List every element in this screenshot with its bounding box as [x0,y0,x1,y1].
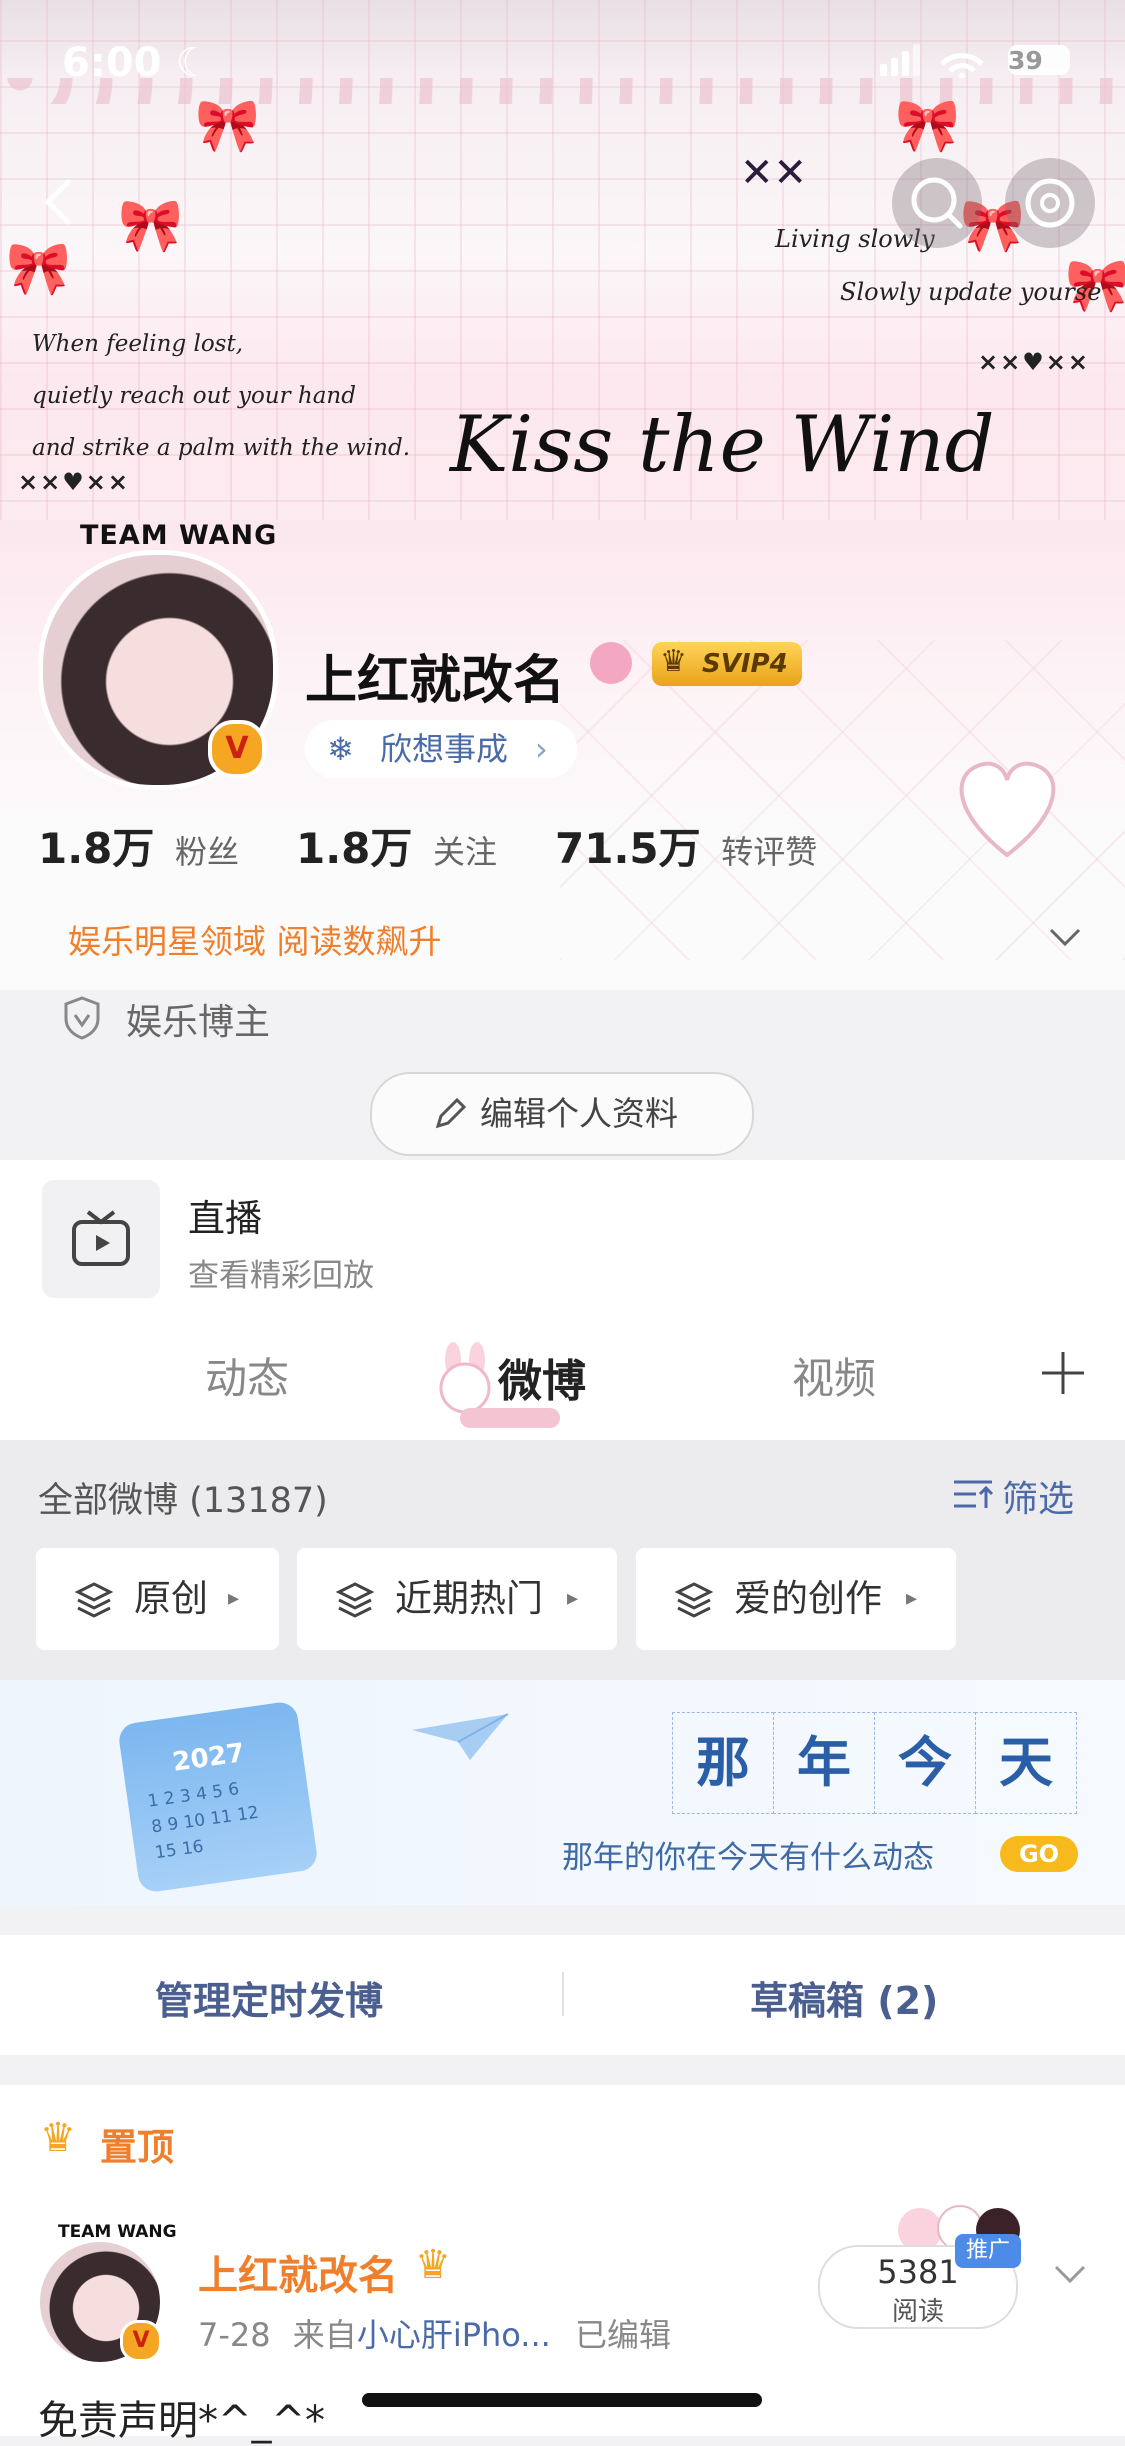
status-icons [880,42,1080,78]
memory-title-char: 年 [773,1712,875,1814]
stat-interactions[interactable]: 71.5万 转评赞 [555,815,817,876]
post-source-link[interactable]: 小心肝iPho... [357,2316,551,2354]
memory-title-char: 今 [874,1712,976,1814]
calendar-illustration: 2027 1 2 3 4 5 6 8 9 10 11 12 15 16 [117,1700,319,1894]
poem-line: quietly reach out your hand [32,383,356,409]
status-time: 6:00 ☾ [62,40,212,86]
domain-highlight[interactable]: 娱乐明星领域 阅读数飙升 [68,915,442,963]
snowflake-icon: ❄ [327,730,354,768]
marks-text: ××♥×× [18,468,130,496]
promote-badge[interactable]: 推广 [955,2234,1021,2268]
motto-text: 欣想事成 [380,730,509,768]
stat-fans[interactable]: 1.8万 粉丝 [38,815,239,876]
divider [562,1972,564,2016]
post-author-name[interactable]: 上红就改名 [198,2243,398,2301]
search-icon [911,177,963,229]
caret-right-icon: ▸ [228,1586,240,1611]
tab-active-indicator [460,1408,560,1428]
memory-title-char: 天 [975,1712,1077,1814]
back-button[interactable] [30,170,90,230]
manage-scheduled-button[interactable]: 管理定时发博 [155,1970,383,2025]
search-button[interactable] [892,158,982,248]
marks-decoration: ✕✕ [740,150,808,196]
bow-decoration: 🎀 [6,239,71,299]
tv-icon [72,1210,130,1266]
post-count: 全部微博 (13187) [38,1481,328,1521]
chip-recent-hot[interactable]: 近期热门 ▸ [297,1548,617,1650]
layers-icon [335,1582,375,1618]
poem-line: and strike a palm with the wind. [32,435,411,461]
avatar-caption: TEAM WANG [80,520,278,551]
banner-left-poem: When feeling lost, quietly reach out you… [32,318,410,474]
tab-weibo[interactable]: 微博 [498,1345,586,1409]
paper-plane-icon [410,1710,510,1770]
avatar-caption: TEAM WANG [58,2222,177,2242]
banner-title: Kiss the Wind [450,400,995,490]
chip-label: 爱的创作 [734,1577,882,1620]
crown-icon: ♛ [660,644,687,679]
heart-decoration [945,745,1070,875]
read-label: 阅读 [891,2297,944,2327]
chevron-down-icon[interactable] [1045,918,1085,958]
caret-right-icon: ▸ [906,1586,918,1611]
bow-decoration: 🎀 [195,96,260,156]
chevron-right-icon: › [535,730,548,768]
live-entry[interactable] [42,1180,160,1298]
verified-badge-icon: V [208,720,266,778]
memory-subtitle: 那年的你在今天有什么动态 [562,1840,934,1876]
edit-profile-button[interactable]: 编辑个人资料 [370,1072,754,1156]
post-edited: 已编辑 [575,2316,672,2354]
live-title[interactable]: 直播 [188,1188,262,1242]
post-meta: 7-28 来自小心肝iPho... 已编辑 [198,2310,671,2356]
calendar-days: 15 16 [153,1836,205,1864]
post-from: 来自 [292,2316,357,2354]
battery-level: 39 [1008,46,1043,75]
stat-following[interactable]: 1.8万 关注 [296,815,497,876]
banner-right-poem-line: Slowly update yourse [840,278,1102,306]
chip-label: 近期热门 [395,1577,543,1620]
go-button[interactable]: GO [1000,1836,1078,1872]
pinned-label: 置顶 [100,2126,174,2169]
plus-icon [1042,1352,1084,1394]
home-indicator [362,2393,762,2407]
filter-label: 筛选 [1002,1479,1075,1520]
chevron-down-icon[interactable] [1050,2255,1090,2295]
profile-name: 上红就改名 [305,651,566,711]
female-icon [590,642,632,684]
gear-icon [1025,178,1075,228]
verified-badge-icon: V [120,2320,162,2362]
filter-button[interactable]: 筛选 [952,1470,1074,1522]
memory-title: 那 年 今 天 [672,1712,1077,1814]
tab-dynamic[interactable]: 动态 [205,1345,289,1406]
live-subtitle[interactable]: 查看精彩回放 [188,1250,374,1295]
add-tab-button[interactable] [1038,1348,1088,1398]
marks-text: ××♥×× [978,348,1090,376]
profile-tag: 娱乐博主 [126,1002,271,1043]
filter-icon [954,1480,994,1508]
crown-icon: ♛ [40,2115,76,2161]
bow-decoration: 🎀 [895,96,960,156]
settings-button[interactable] [1005,158,1095,248]
svip-badge[interactable]: ♛ SVIP4 [652,642,802,686]
chip-original[interactable]: 原创 ▸ [36,1548,279,1650]
motto-chip[interactable]: ❄ 欣想事成 › [305,720,577,778]
tab-video[interactable]: 视频 [792,1345,876,1406]
pencil-icon [435,1097,467,1129]
layers-icon [74,1582,114,1618]
poem-line: When feeling lost, [32,331,244,357]
drafts-button[interactable]: 草稿箱 (2) [750,1970,938,2025]
bow-decoration: 🎀 [118,196,183,256]
caret-right-icon: ▸ [567,1586,579,1611]
chip-love-creation[interactable]: 爱的创作 ▸ [636,1548,956,1650]
layers-icon [674,1582,714,1618]
memory-title-char: 那 [672,1712,774,1814]
post-date: 7-28 [198,2316,271,2354]
edit-profile-label: 编辑个人资料 [480,1094,678,1133]
chip-label: 原创 [134,1577,208,1620]
post-content[interactable]: 免责声明*^_^* [38,2388,325,2446]
shield-icon [62,995,102,1041]
calendar-year: 2027 [170,1738,247,1778]
crown-icon: ♛ [415,2242,451,2288]
